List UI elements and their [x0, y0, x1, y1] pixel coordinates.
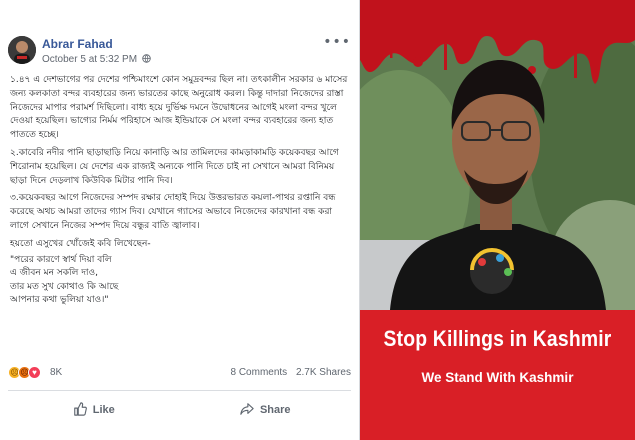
poster-subtitle: We Stand With Kashmir [421, 370, 574, 385]
facebook-post: Abrar Fahad October 5 at 5:32 PM ••• ১.৪… [0, 0, 360, 440]
poem-line: তার মত সুখ কোথাও কি আছে [10, 281, 119, 292]
share-label: Share [259, 404, 291, 416]
post-header: Abrar Fahad October 5 at 5:32 PM ••• [8, 35, 351, 72]
poster-banner: Stop Killings in Kashmir We Stand With K… [360, 310, 635, 440]
more-options-icon[interactable]: ••• [323, 35, 351, 49]
shares-count[interactable]: 2.7K Shares [296, 367, 351, 378]
engagement-counts: 8 Comments 2.7K Shares [224, 367, 351, 378]
poem-line: এ জীবন মন সকলি দাও, [10, 268, 99, 279]
comments-count[interactable]: 8 Comments [230, 367, 287, 378]
poem-line: "পরের কারণে স্বার্থ দিয়া বলি [10, 254, 112, 265]
reaction-icons[interactable]: ☹ ☹ ♥ [8, 366, 41, 380]
kashmir-poster: Stop Killings in Kashmir We Stand With K… [360, 0, 635, 440]
post-actions: Like Share [8, 396, 351, 424]
post-paragraph-4: হয়তো এসুখের খোঁজেই কবি লিখেছেন- [10, 238, 151, 249]
like-label: Like [92, 404, 115, 416]
share-arrow-icon [240, 402, 260, 419]
portrait-photo [360, 0, 635, 310]
globe-icon [140, 54, 151, 65]
like-button[interactable]: Like [8, 396, 180, 424]
love-reaction-icon: ♥ [28, 366, 41, 379]
post-text: ১.৪৭ এ দেশভাগের পর দেশের পশ্চিমাংশে কোন … [10, 74, 350, 308]
post-paragraph-2: ২.কাবেরি নদীর পানি ছাড়াছাড়ি নিয়ে কানা… [10, 147, 339, 186]
poster-title: Stop Killings in Kashmir [383, 326, 612, 351]
author-name[interactable]: Abrar Fahad [42, 37, 113, 51]
post-timestamp[interactable]: October 5 at 5:32 PM [42, 54, 151, 65]
poem-line: আপনার কথা ভুলিয়া যাও।" [10, 295, 109, 306]
divider [8, 390, 351, 391]
reaction-count[interactable]: 8K [50, 367, 62, 378]
author-avatar[interactable] [8, 36, 36, 64]
post-paragraph-1: ১.৪৭ এ দেশভাগের পর দেশের পশ্চিমাংশে কোন … [10, 75, 348, 141]
reactions-bar: ☹ ☹ ♥ 8K 8 Comments 2.7K Shares [8, 366, 351, 382]
timestamp-text[interactable]: October 5 at 5:32 PM [42, 54, 137, 65]
post-paragraph-3: ৩.কয়েকবছর আগে নিজেদের সম্পদ রক্ষার দোহা… [10, 193, 336, 231]
thumbs-up-icon [73, 401, 93, 419]
poem-quote: "পরের কারণে স্বার্থ দিয়া বলি এ জীবন মন … [10, 254, 350, 308]
share-button[interactable]: Share [180, 396, 352, 424]
